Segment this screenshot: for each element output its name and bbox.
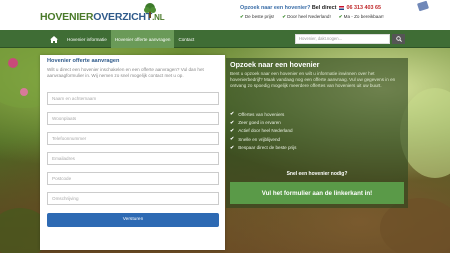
check-icon: ✔ bbox=[282, 14, 287, 19]
site-header: HOVENIEROVERZICHT.NL Opzoek naar een hov… bbox=[0, 0, 450, 30]
city-field[interactable]: Woonplaats bbox=[47, 112, 219, 125]
nav-item-hovenier-informatie[interactable]: Hovenier informatie bbox=[63, 30, 111, 48]
phone-field[interactable]: Telefoonnummer bbox=[47, 132, 219, 145]
check-icon: ✔ bbox=[338, 14, 343, 19]
check-icon: ✔ bbox=[230, 136, 235, 143]
site-logo[interactable]: HOVENIEROVERZICHT.NL bbox=[40, 3, 165, 24]
home-button[interactable] bbox=[45, 30, 63, 48]
usp-item: ✔Door heel Nederland! bbox=[282, 14, 331, 19]
search-input[interactable]: Hovenier, dakt.nogen... bbox=[295, 34, 390, 44]
nav-item-offerte-aanvragen[interactable]: Hovenier offerte aanvragen bbox=[110, 30, 175, 48]
check-icon: ✔ bbox=[240, 14, 244, 19]
usp-item: ✔Ma - Zo bereikbaar! bbox=[338, 14, 384, 19]
home-icon bbox=[50, 35, 58, 43]
dutch-flag-icon bbox=[338, 5, 344, 10]
check-icon: ✔ bbox=[230, 127, 235, 134]
need-hovenier-text: Snel een hovenier nodig? bbox=[286, 171, 348, 177]
check-icon: ✔ bbox=[230, 111, 235, 118]
phone-number[interactable]: 06 313 403 65 bbox=[346, 5, 380, 11]
benefit-item: ✔ Bespaar direct de beste prijs bbox=[230, 144, 297, 151]
benefit-item: ✔ Offertes van hoveniers bbox=[230, 111, 285, 118]
flower-shape bbox=[8, 58, 18, 68]
usp-list: ✔De beste prijs! ✔Door heel Nederland! ✔… bbox=[240, 14, 416, 20]
check-icon: ✔ bbox=[230, 119, 235, 126]
description-field[interactable]: Omschrijving bbox=[47, 192, 219, 205]
search-icon bbox=[395, 36, 402, 42]
contact-line: Opzoek naar een hovenier? Bel direct 06 … bbox=[240, 5, 381, 11]
flower-shape bbox=[20, 88, 28, 96]
info-title: Opzoek naar een hovenier bbox=[230, 60, 320, 69]
benefit-item: ✔ Zeer goed in ervaren bbox=[230, 119, 281, 126]
benefit-list: ✔ Offertes van hoveniers ✔ Zeer goed in er… bbox=[230, 110, 404, 152]
search-button[interactable] bbox=[392, 34, 405, 44]
postcode-field[interactable]: Postcode bbox=[47, 172, 219, 185]
info-text: Bent u opzoek naar een hovenier en wilt … bbox=[230, 71, 396, 89]
benefit-item: ✔ Actief door heel Nederland bbox=[230, 127, 293, 134]
name-field[interactable]: Naam en achternaam bbox=[47, 92, 219, 105]
quote-form: Hovenier offerte aanvragen Wilt u direct… bbox=[40, 55, 225, 250]
form-intro: Wilt u direct een hovenier inschakelen e… bbox=[47, 67, 204, 79]
benefit-item: ✔ Snelle en vrijblijvend bbox=[230, 136, 281, 143]
cta-button[interactable]: Vul het formulier aan de linkerkant in! bbox=[230, 182, 404, 204]
usp-item: ✔De beste prijs! bbox=[240, 14, 275, 19]
check-icon: ✔ bbox=[230, 144, 235, 151]
info-panel: Opzoek naar een hovenier Bent u opzoek n… bbox=[226, 58, 408, 208]
header-contact: Opzoek naar een hovenier? Bel direct 06 … bbox=[240, 5, 416, 27]
tree-icon bbox=[144, 3, 156, 18]
email-field[interactable]: Emailadres bbox=[47, 152, 219, 165]
form-title: Hovenier offerte aanvragen bbox=[47, 58, 120, 64]
submit-button[interactable]: Versturen bbox=[47, 213, 219, 227]
main-nav: Hovenier informatie Hovenier offerte aan… bbox=[0, 30, 450, 48]
document-icon[interactable] bbox=[417, 0, 429, 12]
nav-item-contact[interactable]: Contact bbox=[174, 30, 198, 48]
